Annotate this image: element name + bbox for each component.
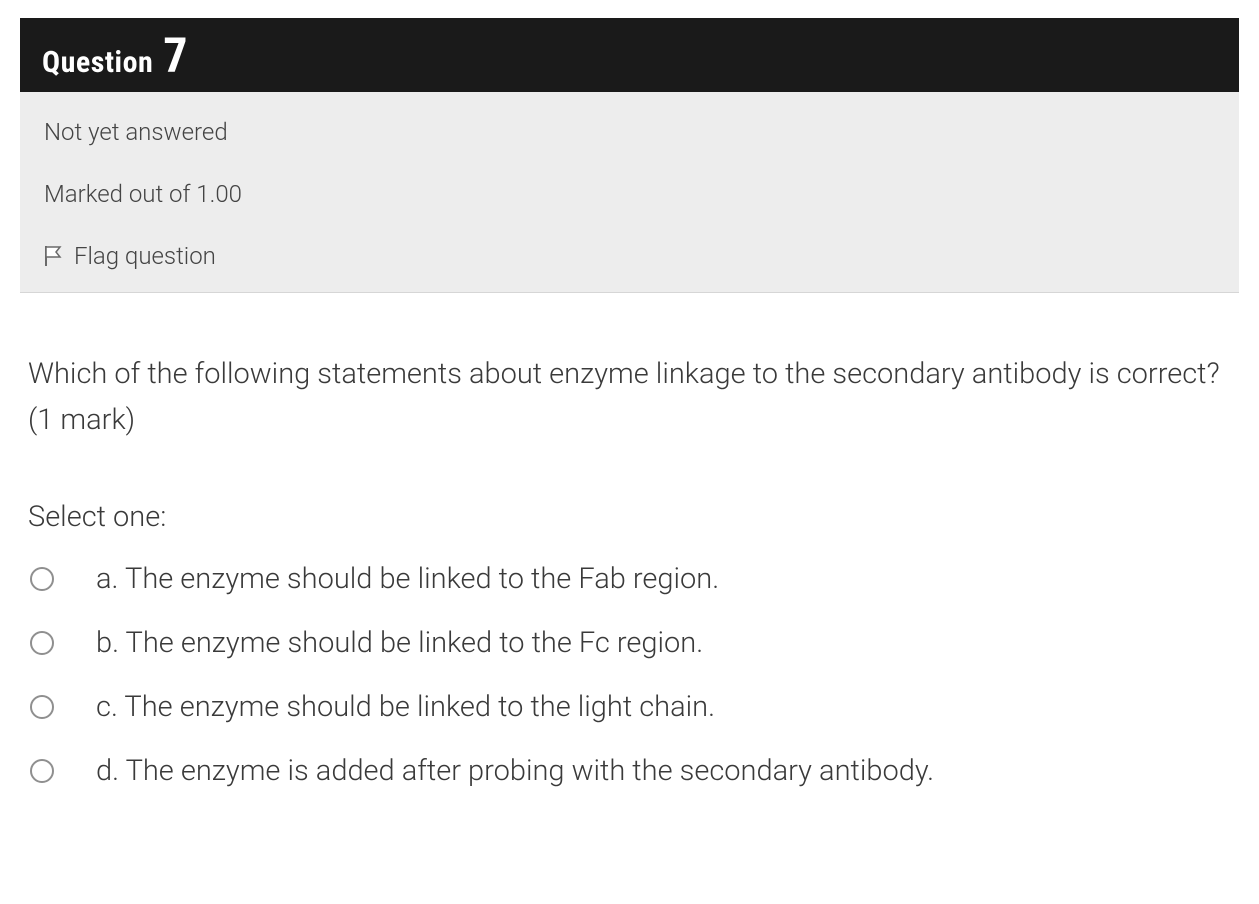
select-one-label: Select one: [28, 500, 1231, 534]
status-text: Not yet answered [44, 118, 1215, 146]
option-d-label[interactable]: d. The enzyme is added after probing wit… [96, 754, 934, 788]
option-text: The enzyme should be linked to the Fc re… [126, 626, 704, 660]
question-text: Which of the following statements about … [28, 351, 1231, 444]
question-body: Which of the following statements about … [20, 293, 1239, 788]
question-info-block: Not yet answered Marked out of 1.00 Flag… [20, 92, 1239, 293]
option-letter: a. [96, 562, 119, 596]
flag-label: Flag question [74, 242, 216, 270]
radio-option-b[interactable] [30, 631, 54, 655]
option-text: The enzyme is added after probing with t… [126, 754, 934, 788]
flag-icon [44, 245, 64, 267]
option-a-label[interactable]: a. The enzyme should be linked to the Fa… [96, 562, 719, 596]
radio-option-a[interactable] [30, 567, 54, 591]
option-letter: d. [96, 754, 119, 788]
question-header: Question 7 [20, 18, 1239, 92]
option-text: The enzyme should be linked to the Fab r… [125, 562, 719, 596]
option-b: b. The enzyme should be linked to the Fc… [28, 626, 1231, 660]
options-list: a. The enzyme should be linked to the Fa… [28, 562, 1231, 788]
option-letter: c. [96, 690, 118, 724]
option-d: d. The enzyme is added after probing wit… [28, 754, 1231, 788]
radio-option-c[interactable] [30, 695, 54, 719]
option-letter: b. [96, 626, 119, 660]
option-text: The enzyme should be linked to the light… [124, 690, 715, 724]
flag-question-link[interactable]: Flag question [44, 242, 1215, 270]
option-a: a. The enzyme should be linked to the Fa… [28, 562, 1231, 596]
question-number: 7 [163, 32, 187, 80]
radio-option-d[interactable] [30, 759, 54, 783]
marks-text: Marked out of 1.00 [44, 180, 1215, 208]
option-c: c. The enzyme should be linked to the li… [28, 690, 1231, 724]
question-label: Question [42, 45, 153, 80]
option-c-label[interactable]: c. The enzyme should be linked to the li… [96, 690, 715, 724]
question-card: Question 7 Not yet answered Marked out o… [20, 18, 1239, 788]
option-b-label[interactable]: b. The enzyme should be linked to the Fc… [96, 626, 703, 660]
